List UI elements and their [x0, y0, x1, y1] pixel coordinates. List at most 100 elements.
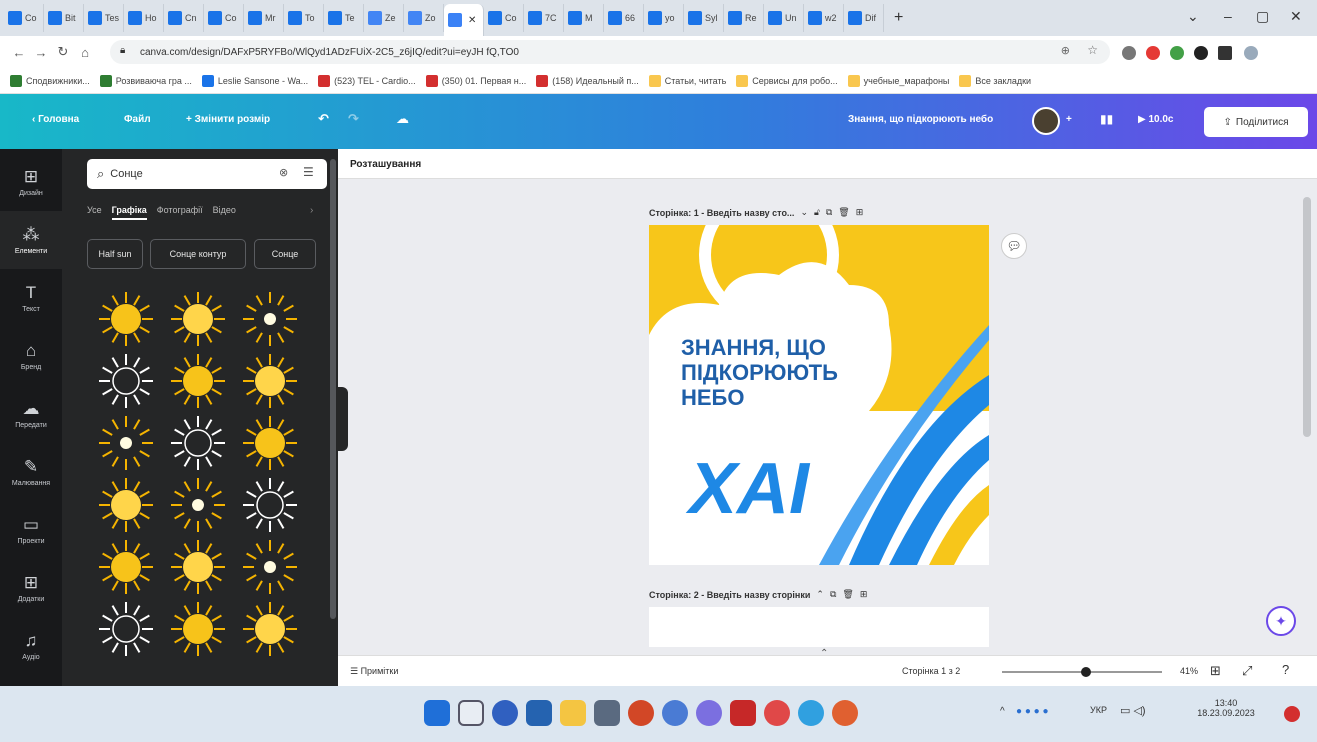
reload-icon[interactable]: ↻ — [52, 44, 74, 60]
browser-tab[interactable]: Co — [204, 4, 245, 32]
grid-view-icon[interactable]: ⊞ — [1210, 663, 1221, 679]
collapse-panel-handle[interactable] — [338, 387, 348, 451]
category-tab[interactable]: Фотографії — [157, 205, 203, 220]
browser-tab[interactable]: Co — [4, 4, 44, 32]
browser-tab[interactable]: Tes — [84, 4, 125, 32]
duplicate-icon[interactable]: ⧉ — [826, 207, 832, 218]
bookmark-item[interactable]: Сервисы для робо... — [736, 74, 838, 87]
browser-tab[interactable]: ✕ — [444, 4, 485, 36]
fullscreen-icon[interactable]: ⤢ — [1242, 663, 1252, 679]
word-icon[interactable] — [526, 700, 552, 726]
extension-icon[interactable] — [1146, 46, 1160, 60]
language-indicator[interactable]: УКР — [1090, 705, 1107, 715]
sun-graphic[interactable] — [168, 538, 228, 596]
puzzle-icon[interactable] — [1194, 46, 1208, 60]
bookmark-item[interactable]: Сподвижники... — [10, 74, 90, 87]
category-tab[interactable]: Графіка — [111, 205, 147, 220]
sun-graphic[interactable] — [96, 290, 156, 348]
sun-graphic[interactable] — [168, 414, 228, 472]
chevron-down-icon[interactable]: ⌄ — [800, 207, 808, 218]
comment-icon[interactable]: 💬︎ — [1001, 233, 1027, 259]
minimize-icon[interactable]: – — [1224, 8, 1232, 24]
tray-icons[interactable]: ● ● ● ● — [1016, 706, 1049, 717]
rail-item-uploads[interactable]: ☁ Передати — [0, 385, 62, 443]
clear-icon[interactable]: ⊗ — [279, 166, 288, 179]
sun-graphic[interactable] — [96, 414, 156, 472]
page-1-title[interactable]: Сторінка: 1 - Введіть назву сто... — [649, 208, 794, 218]
undo-icon[interactable]: ↶ — [318, 111, 329, 127]
search-icon[interactable] — [458, 700, 484, 726]
bookmark-item[interactable]: (523) TEL - Cardio... — [318, 74, 416, 87]
avatar[interactable] — [1032, 107, 1060, 135]
share-button[interactable]: ⇪ Поділитися — [1204, 107, 1308, 137]
rail-item-apps[interactable]: ⊞ Додатки — [0, 559, 62, 617]
network-icon[interactable]: ▭ ◁) — [1120, 704, 1146, 717]
browser-tab[interactable]: Te — [324, 4, 365, 32]
address-bar[interactable]: 🔒︎ canva.com/design/DAFxP5RYFBo/WlQyd1AD… — [110, 40, 1110, 64]
chevron-down-icon[interactable]: ⌄ — [1187, 8, 1199, 25]
workspace-scrollbar[interactable] — [1303, 197, 1311, 437]
chrome-icon[interactable] — [832, 700, 858, 726]
rail-item-draw[interactable]: ✎ Малювання — [0, 443, 62, 501]
video-app-icon[interactable] — [730, 700, 756, 726]
app-icon[interactable] — [764, 700, 790, 726]
sun-graphic[interactable] — [240, 476, 300, 534]
trash-icon[interactable]: 🗑︎ — [838, 207, 849, 218]
category-tab[interactable]: Усе — [87, 205, 102, 220]
zoom-slider-handle[interactable] — [1080, 667, 1091, 677]
bookmark-item[interactable]: (350) 01. Первая н... — [425, 74, 526, 87]
browser-tab[interactable]: yo — [644, 4, 685, 32]
bookmark-item[interactable]: (158) Идеальный п... — [536, 74, 639, 87]
sun-graphic[interactable] — [240, 600, 300, 658]
chevron-up-icon[interactable]: ⌃ — [816, 589, 824, 600]
file-menu[interactable]: Файл — [124, 114, 151, 125]
sun-graphic[interactable] — [168, 352, 228, 410]
browser-tab[interactable]: Co — [484, 4, 525, 32]
logo-text[interactable]: ХАІ — [685, 449, 811, 529]
browser-tab[interactable]: Cn — [164, 4, 205, 32]
page-2-title[interactable]: Сторінка: 2 - Введіть назву сторінки — [649, 590, 810, 600]
sun-graphic[interactable] — [96, 538, 156, 596]
sun-graphic[interactable] — [168, 476, 228, 534]
design-text-line-3[interactable]: НЕБО — [681, 385, 745, 410]
zoom-icon[interactable]: ⊕ — [1061, 44, 1070, 57]
add-page-icon[interactable]: ⊞ — [856, 207, 864, 218]
browser-tab[interactable]: Bit — [44, 4, 84, 32]
browser-tab[interactable]: Dif — [844, 4, 885, 32]
browser-tab[interactable]: 7C — [524, 4, 565, 32]
help-icon[interactable]: ? — [1282, 662, 1289, 677]
design-text-line-2[interactable]: ПІДКОРЮЮТЬ — [681, 360, 838, 385]
page-count[interactable]: Сторінка 1 з 2 — [902, 666, 960, 676]
document-title[interactable]: Знання, що підкорюють небо — [848, 114, 993, 125]
browser-tab[interactable]: Ze — [364, 4, 405, 32]
browser-tab[interactable]: Syl — [684, 4, 725, 32]
extension-icon[interactable] — [1170, 46, 1184, 60]
sun-graphic[interactable] — [96, 476, 156, 534]
browser-tab[interactable]: w2 — [804, 4, 845, 32]
zoom-slider[interactable] — [1002, 667, 1162, 677]
browser-tab[interactable]: M — [564, 4, 605, 32]
bookmark-item[interactable]: Leslie Sansone - Wa... — [201, 74, 308, 87]
design-page-1[interactable]: ЗНАННЯ, ЩО ПІДКОРЮЮТЬ НЕБО ХАІ — [649, 225, 989, 565]
windows-start-icon[interactable] — [424, 700, 450, 726]
lock-icon[interactable]: 🔓︎ — [814, 207, 820, 218]
rail-item-projects[interactable]: ▭ Проекти — [0, 501, 62, 559]
globe-icon[interactable] — [662, 700, 688, 726]
rail-item-elements[interactable]: ⁂ Елементи — [0, 211, 62, 269]
chrome-icon[interactable] — [798, 700, 824, 726]
design-page-2[interactable] — [649, 607, 989, 647]
calculator-icon[interactable] — [594, 700, 620, 726]
viber-icon[interactable] — [696, 700, 722, 726]
bookmark-item[interactable]: Статьи, читать — [648, 74, 726, 87]
close-icon[interactable]: ✕ — [1290, 8, 1302, 25]
sun-graphic[interactable] — [240, 352, 300, 410]
resize-button[interactable]: + Змінити розмір — [186, 114, 270, 125]
sun-graphic[interactable] — [240, 538, 300, 596]
rail-item-text[interactable]: T Текст — [0, 269, 62, 327]
close-tab-icon[interactable]: ✕ — [468, 15, 476, 26]
sun-graphic[interactable] — [168, 600, 228, 658]
sun-graphic[interactable] — [168, 290, 228, 348]
back-icon[interactable]: ← — [8, 45, 30, 60]
category-tab[interactable]: Відео — [213, 205, 236, 220]
duplicate-icon[interactable]: ⧉ — [830, 589, 836, 600]
